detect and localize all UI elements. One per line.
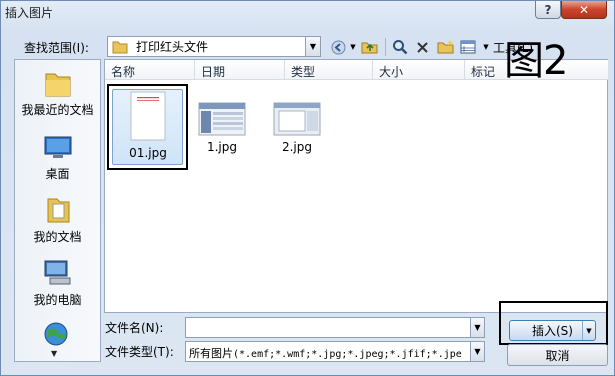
file-type-value: (*.emf;*.wmf;*.jpg;*.jpeg;*.jfif;*.jpe [233, 349, 462, 360]
file-type-prefix: 所有图片 [189, 347, 233, 360]
place-label: 桌面 [45, 167, 70, 181]
place-label: 我的电脑 [33, 293, 82, 307]
file-item[interactable]: 1.jpg [193, 102, 251, 154]
file-name-dropdown-icon[interactable]: ▼ [470, 317, 485, 338]
file-type-label: 文件类型(T): [105, 345, 174, 359]
place-label: 我最近的文档 [21, 103, 94, 117]
file-thumbnail [130, 91, 166, 141]
search-web-icon[interactable] [391, 38, 409, 56]
places-bar: 我最近的文档 桌面 我的文档 我的电脑 ▼ [14, 59, 101, 362]
folder-icon [112, 41, 128, 53]
toolbar-separator [385, 38, 386, 56]
look-in-combo[interactable]: 打印红头文件 ▼ [107, 36, 321, 57]
cancel-button[interactable]: 取消 [507, 344, 608, 366]
insert-button[interactable]: 插入(S) ▼ [509, 320, 596, 341]
file-item[interactable]: 2.jpg [269, 102, 325, 154]
file-item[interactable]: 01.jpg [111, 90, 185, 160]
up-folder-icon[interactable] [359, 38, 379, 56]
close-button[interactable]: ✕ [561, 1, 607, 19]
insert-button-highlight-frame: 插入(S) ▼ [499, 301, 608, 345]
help-button[interactable]: ? [535, 1, 561, 19]
new-folder-icon[interactable] [436, 38, 454, 56]
globe-icon [44, 322, 67, 346]
place-desktop[interactable]: 桌面 [15, 134, 100, 182]
views-dropdown-icon[interactable]: ▼ [481, 38, 491, 56]
file-name: 2.jpg [281, 140, 313, 154]
insert-dropdown-icon[interactable]: ▼ [582, 321, 595, 340]
my-documents-icon [47, 198, 69, 223]
figure-label-overlay: 图2 [504, 38, 568, 84]
column-header-date[interactable]: 日期 [195, 60, 285, 80]
file-type-combo[interactable]: 所有图片(*.emf;*.wmf;*.jpg;*.jpeg;*.jfif;*.j… [185, 341, 471, 362]
file-name: 01.jpg [129, 146, 167, 160]
my-computer-icon [44, 260, 70, 285]
window-title: 插入图片 [5, 6, 54, 20]
back-dropdown-icon[interactable]: ▼ [348, 38, 358, 56]
file-thumbnail [273, 102, 321, 136]
place-label: 我的文档 [33, 230, 82, 244]
column-header-type[interactable]: 类型 [285, 60, 373, 80]
file-type-dropdown-icon[interactable]: ▼ [470, 341, 485, 362]
place-my-computer[interactable]: 我的电脑 [15, 258, 100, 308]
file-thumbnail [198, 102, 246, 136]
look-in-value: 打印红头文件 [136, 40, 209, 54]
column-header-size[interactable]: 大小 [373, 60, 465, 80]
chevron-down-icon[interactable]: ▼ [305, 37, 320, 56]
file-list[interactable]: 名称 日期 类型 大小 标记 01.jpg 1.jpg 2.jpg [104, 59, 608, 313]
views-icon[interactable] [459, 38, 477, 56]
insert-button-label: 插入(S) [532, 324, 573, 338]
insert-picture-dialog: 插入图片 ? ✕ 查找范围(I): 打印红头文件 ▼ ▼ ▼ 工具(L) 我最近… [0, 0, 615, 376]
column-header-name[interactable]: 名称 [105, 60, 195, 80]
title-bar: 插入图片 ? ✕ [1, 1, 614, 23]
file-name-input[interactable] [185, 317, 471, 338]
back-icon[interactable] [329, 38, 347, 56]
look-in-label: 查找范围(I): [24, 41, 89, 55]
place-recent-documents[interactable]: 我最近的文档 [15, 70, 100, 118]
delete-icon[interactable] [413, 38, 431, 56]
place-network[interactable] [15, 320, 100, 351]
file-name: 1.jpg [206, 140, 238, 154]
desktop-icon [44, 136, 71, 158]
places-scroll-down-icon[interactable]: ▼ [51, 349, 57, 358]
file-name-label: 文件名(N): [105, 321, 164, 335]
place-my-documents[interactable]: 我的文档 [15, 195, 100, 245]
recent-documents-icon [45, 73, 70, 97]
